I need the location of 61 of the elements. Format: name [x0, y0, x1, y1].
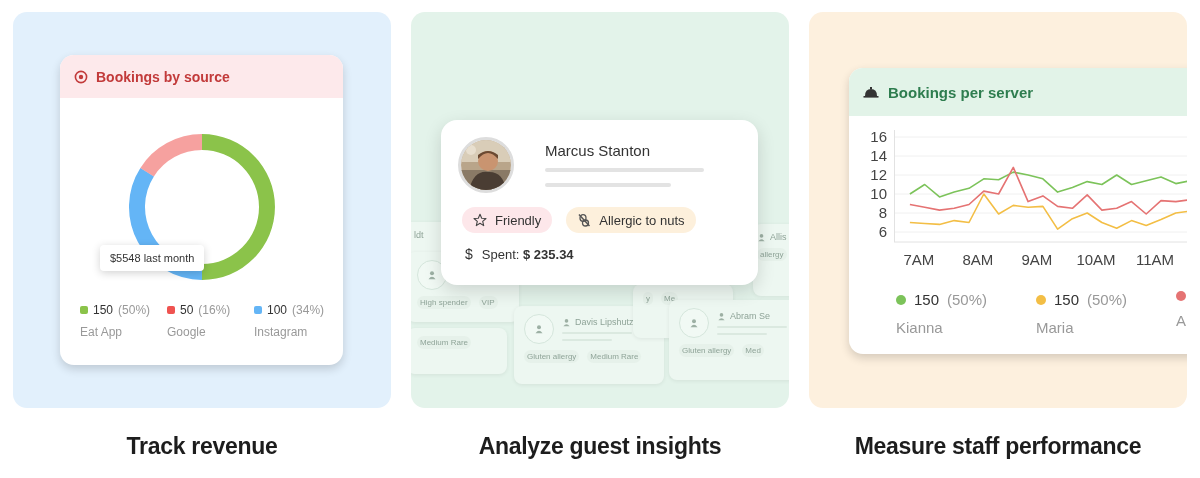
- axis-tick-label: 7AM: [903, 251, 935, 268]
- person-icon: [427, 270, 437, 280]
- crossed-out-nut-icon: [577, 213, 592, 227]
- legend-value: 150: [914, 291, 940, 308]
- target-icon: [74, 69, 88, 84]
- tag-chip: Med: [742, 344, 764, 357]
- legend-percent: (50%): [1087, 291, 1128, 308]
- tag-chip: Gluten allergy: [524, 350, 580, 363]
- guest-name: ldt: [414, 230, 424, 240]
- tag-chip: VIP: [478, 296, 498, 309]
- legend-percent: (34%): [292, 303, 325, 317]
- panel-caption: Track revenue: [126, 433, 278, 460]
- guest-name: Davis Lipshutz: [575, 317, 634, 327]
- legend-percent: (16%): [198, 303, 231, 317]
- person-icon: [562, 317, 571, 327]
- tag-chip: y: [643, 292, 653, 305]
- tag-chip: Allergic to nuts: [566, 207, 696, 233]
- panel-caption: Analyze guest insights: [478, 433, 722, 460]
- axis-tick-label: 9AM: [1021, 251, 1053, 268]
- axis-tick-label: 10: [870, 185, 887, 202]
- axis-tick-label: 6: [878, 223, 887, 240]
- legend-percent: (50%): [947, 291, 988, 308]
- legend-value: 50: [180, 303, 194, 317]
- axis-tick-label: 10AM: [1076, 251, 1116, 268]
- axis-tick-label: 8: [878, 204, 887, 221]
- guest-name: Allis: [770, 232, 787, 242]
- panel-caption: Measure staff performance: [854, 433, 1142, 460]
- axis-tick-label: 8AM: [962, 251, 994, 268]
- axis-tick-label: 11AM: [1136, 251, 1175, 268]
- dollar-icon: $: [465, 246, 473, 262]
- guest-name: Abram Se: [730, 311, 771, 321]
- card-title: Bookings by source: [96, 68, 230, 85]
- guest-name: Marcus Stanton: [545, 142, 652, 159]
- tag-chip: Friendly: [462, 207, 553, 233]
- tag-chip: Gluten allergy: [679, 344, 735, 357]
- legend-value: 150: [1054, 291, 1080, 308]
- person-icon: [757, 232, 766, 242]
- legend-label: Kianna: [896, 319, 943, 336]
- tag-chip: High spender: [417, 296, 471, 309]
- legend-label: Maria: [1036, 319, 1074, 336]
- axis-tick-label: 12: [870, 166, 887, 183]
- legend-label: Eat App: [80, 325, 123, 339]
- spent-amount: Spent: $ 235.34: [481, 246, 574, 262]
- legend-value: 150: [93, 303, 114, 317]
- legend-percent: (50%): [118, 303, 151, 317]
- legend-label: Instagram: [254, 325, 308, 339]
- legend-label: A: [1176, 312, 1186, 329]
- person-icon: [534, 324, 544, 334]
- person-icon: [717, 311, 726, 321]
- service-bell-icon: [863, 86, 879, 98]
- tag-chip: allergy: [757, 248, 787, 261]
- axis-tick-label: 16: [870, 130, 887, 145]
- card-title: Bookings per server: [888, 83, 1034, 101]
- axis-tick-label: 14: [870, 147, 887, 164]
- legend-label: Google: [167, 325, 206, 339]
- tag-chip: Medium Rare: [417, 336, 471, 349]
- tag-chip: Medium Rare: [587, 350, 642, 363]
- legend-value: 100: [267, 303, 288, 317]
- star-icon: [473, 213, 487, 227]
- tooltip: $5548 last month: [100, 245, 205, 271]
- person-icon: [689, 318, 699, 328]
